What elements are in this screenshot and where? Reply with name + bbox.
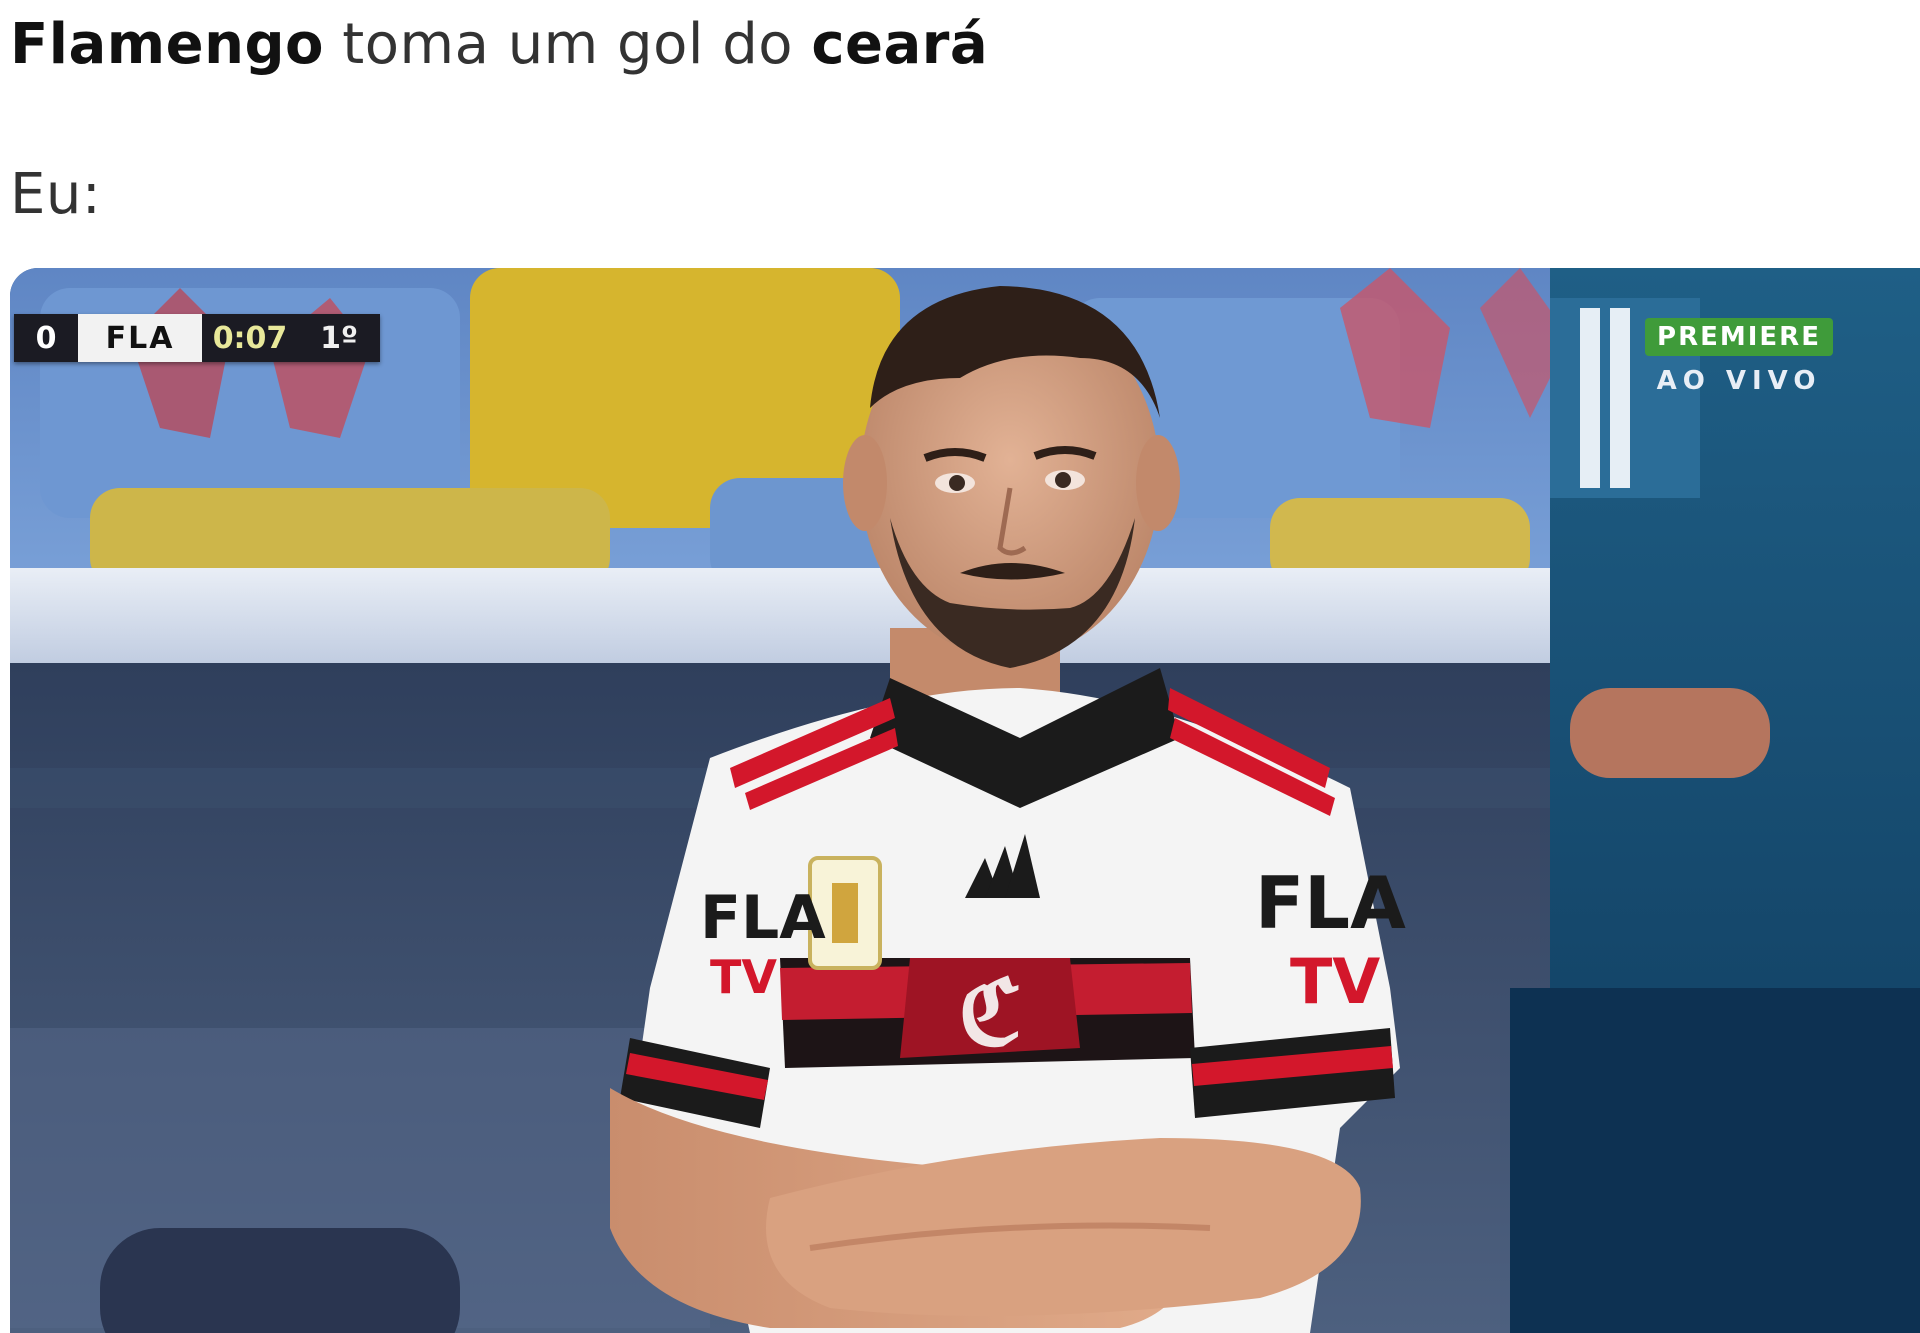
caption-bold-flamengo: Flamengo [10,12,324,77]
caption-bold-ceara: ceará [811,12,989,77]
jersey-sponsor-left: FLA [700,883,826,953]
caption-line-1: Flamengo toma um gol do ceará [10,12,988,77]
scorebug-clock: 0:07 [202,314,298,362]
broadcast-still-image[interactable]: ℭ FLA TV FLA TV 0 FLA 0:07 1º PREMIERE A… [10,268,1920,1333]
jersey-sponsor-right: FLA [1255,861,1406,945]
meme-post: Flamengo toma um gol do ceará Eu: ℭ FLA … [0,0,1920,1333]
broadcaster-logo: PREMIERE AO VIVO [1624,318,1854,396]
live-label: AO VIVO [1656,366,1822,396]
scorebug-half: 1º [298,314,380,362]
svg-text:TV: TV [1290,945,1380,1018]
tv-scorebug: 0 FLA 0:07 1º [14,314,380,362]
scorebug-team: FLA [78,314,202,362]
premiere-badge: PREMIERE [1645,318,1833,356]
svg-text:TV: TV [710,950,777,1004]
caption-line-2: Eu: [10,162,102,227]
svg-text:ℭ: ℭ [958,960,1021,1066]
caption-text: toma um gol do [324,12,812,77]
scorebug-score: 0 [14,314,78,362]
player-photo: ℭ FLA TV FLA TV [10,268,1920,1333]
